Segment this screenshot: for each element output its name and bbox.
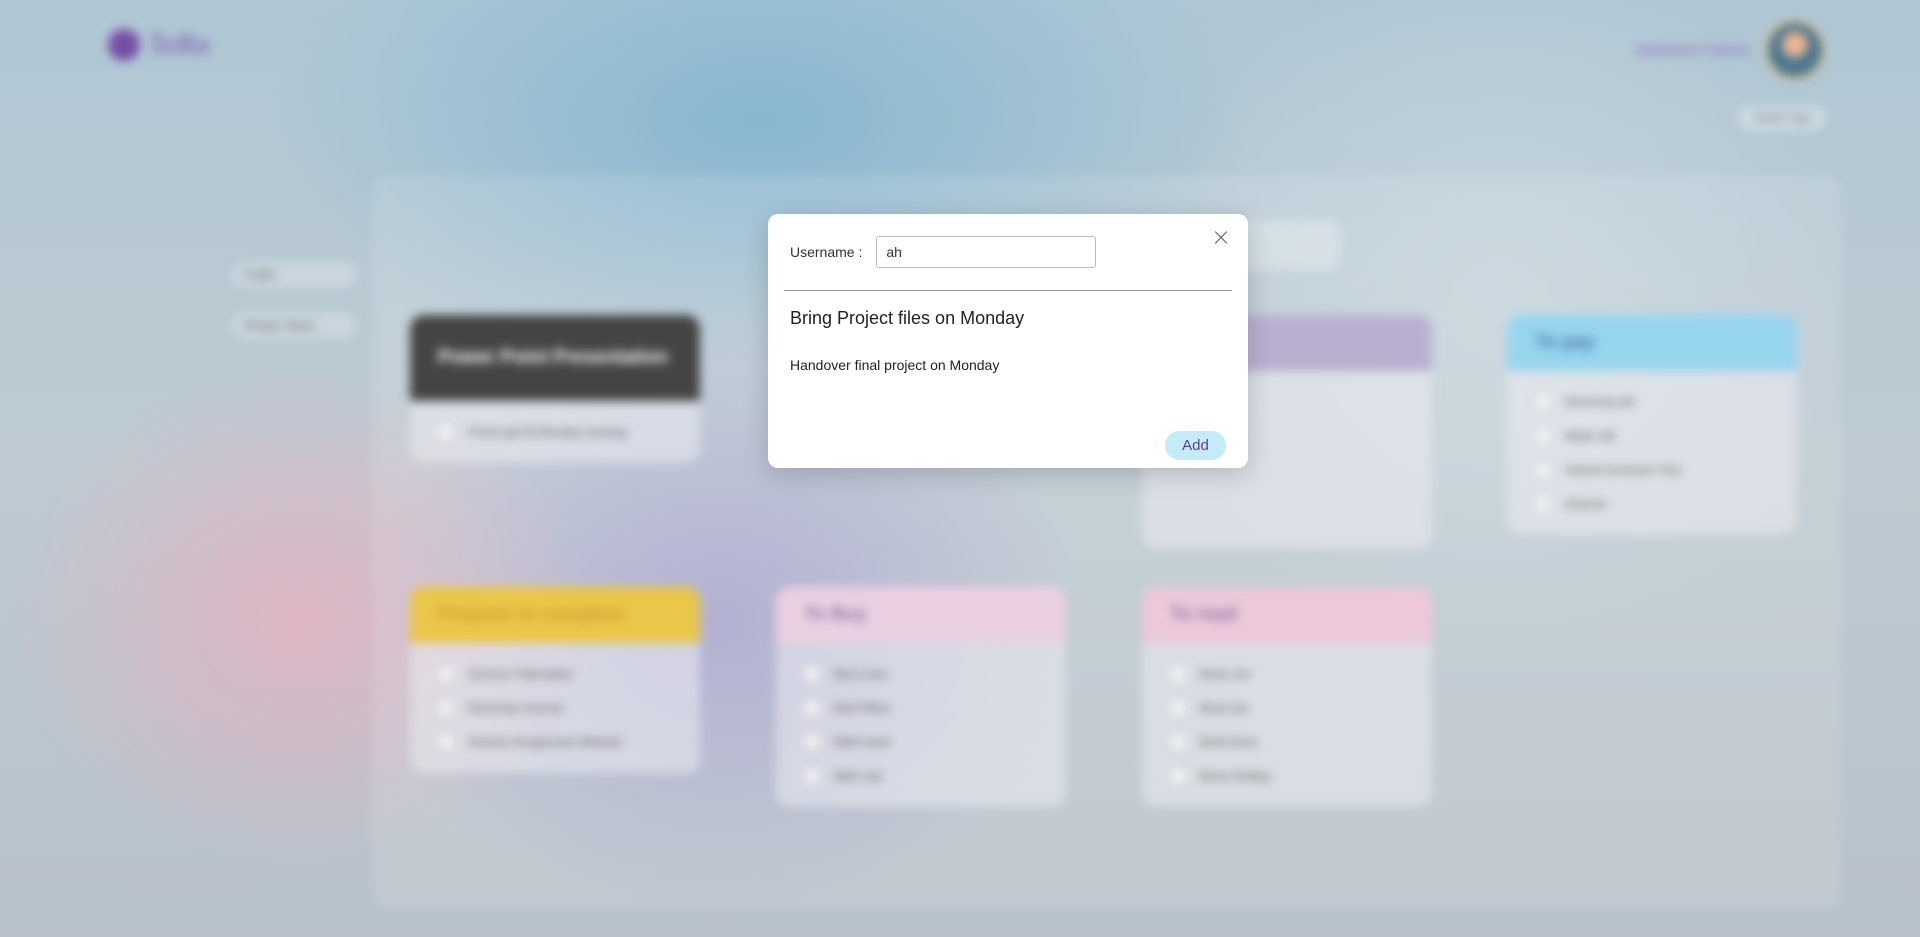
- close-icon[interactable]: ×: [1210, 225, 1232, 249]
- username-label: Username :: [790, 244, 863, 260]
- add-button[interactable]: Add: [1165, 431, 1226, 460]
- username-row: Username :: [790, 236, 1097, 268]
- add-task-dialog: × Username : Bring Project files on Mond…: [768, 214, 1248, 468]
- task-title: Bring Project files on Monday: [790, 308, 1025, 328]
- modal-backdrop[interactable]: [0, 0, 1920, 937]
- divider: [784, 290, 1232, 291]
- username-input[interactable]: [876, 236, 1097, 268]
- task-description: Handover final project on Monday: [790, 357, 1000, 373]
